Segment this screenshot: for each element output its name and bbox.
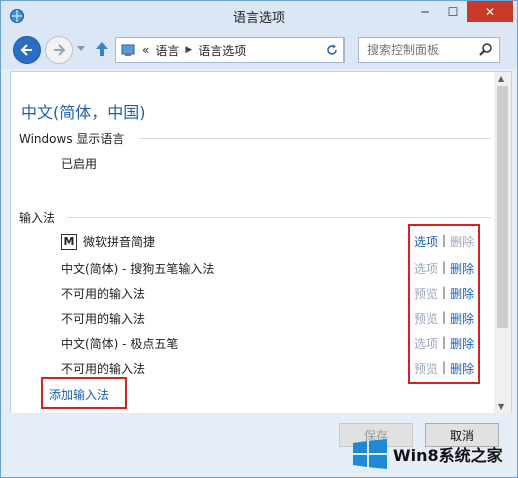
refresh-button[interactable] xyxy=(321,37,344,63)
scrollbar-thumb[interactable] xyxy=(497,86,508,328)
language-options-window: 语言选项 ─ ☐ ✕ « 语言 ▶ 语言选项 搜索控制面板 中文(简体，中国) … xyxy=(0,0,518,478)
close-icon: ✕ xyxy=(484,4,496,19)
back-button[interactable] xyxy=(13,36,41,64)
forward-arrow-icon xyxy=(54,44,66,56)
breadcrumb: « 语言 ▶ 语言选项 xyxy=(142,42,246,59)
watermark-text: Win8系统之家 xyxy=(393,446,503,465)
scroll-up-icon[interactable]: ▲ xyxy=(498,74,504,83)
close-button[interactable]: ✕ xyxy=(467,1,513,22)
microsoft-pinyin-icon: M xyxy=(61,233,77,250)
control-panel-icon xyxy=(121,44,135,56)
search-icon[interactable] xyxy=(479,42,493,56)
address-bar[interactable]: « 语言 ▶ 语言选项 xyxy=(115,37,345,63)
chevron-right-icon[interactable]: ▶ xyxy=(185,45,192,55)
breadcrumb-item-language[interactable]: 语言 xyxy=(155,42,179,59)
forward-button[interactable] xyxy=(45,36,73,64)
search-input[interactable] xyxy=(365,42,479,58)
input-method-name: 不可用的输入法 xyxy=(61,362,146,376)
title-bar[interactable]: 语言选项 ─ ☐ ✕ xyxy=(1,1,517,31)
input-method-name: 中文(简体) - 搜狗五笔输入法 xyxy=(61,262,215,276)
content-panel: 中文(简体，中国) Windows 显示语言 已启用 输入法 M 微软拼音简捷 … xyxy=(10,71,512,414)
breadcrumb-overflow[interactable]: « xyxy=(142,43,149,57)
scroll-down-icon[interactable]: ▼ xyxy=(498,402,504,411)
watermark: Win8系统之家 xyxy=(353,439,503,469)
minimize-icon: ─ xyxy=(421,4,429,19)
divider xyxy=(67,217,491,218)
maximize-button[interactable]: ☐ xyxy=(439,1,467,22)
input-method-section-label: 输入法 xyxy=(19,211,56,225)
display-language-status: 已启用 xyxy=(61,157,98,171)
language-title: 中文(简体，中国) xyxy=(21,103,146,122)
display-language-label: Windows 显示语言 xyxy=(19,132,125,146)
history-dropdown-icon[interactable] xyxy=(77,46,85,52)
search-box[interactable] xyxy=(358,37,500,63)
add-link-highlight-box xyxy=(41,377,127,409)
actions-highlight-box xyxy=(408,224,480,384)
input-method-name: 不可用的输入法 xyxy=(61,312,146,326)
maximize-icon: ☐ xyxy=(447,4,459,19)
refresh-icon xyxy=(327,44,337,55)
input-method-name: 微软拼音简捷 xyxy=(83,235,156,249)
windows-logo-icon xyxy=(353,439,387,469)
up-arrow-icon[interactable] xyxy=(95,41,109,57)
minimize-button[interactable]: ─ xyxy=(411,1,439,22)
vertical-scrollbar[interactable]: ▲ ▼ xyxy=(494,72,511,413)
input-method-name: 中文(简体) - 极点五笔 xyxy=(61,337,179,351)
breadcrumb-item-language-options[interactable]: 语言选项 xyxy=(198,42,246,59)
divider xyxy=(139,138,491,139)
navigation-bar: « 语言 ▶ 语言选项 xyxy=(1,31,517,69)
input-method-name: 不可用的输入法 xyxy=(61,287,146,301)
back-arrow-icon xyxy=(20,44,32,56)
